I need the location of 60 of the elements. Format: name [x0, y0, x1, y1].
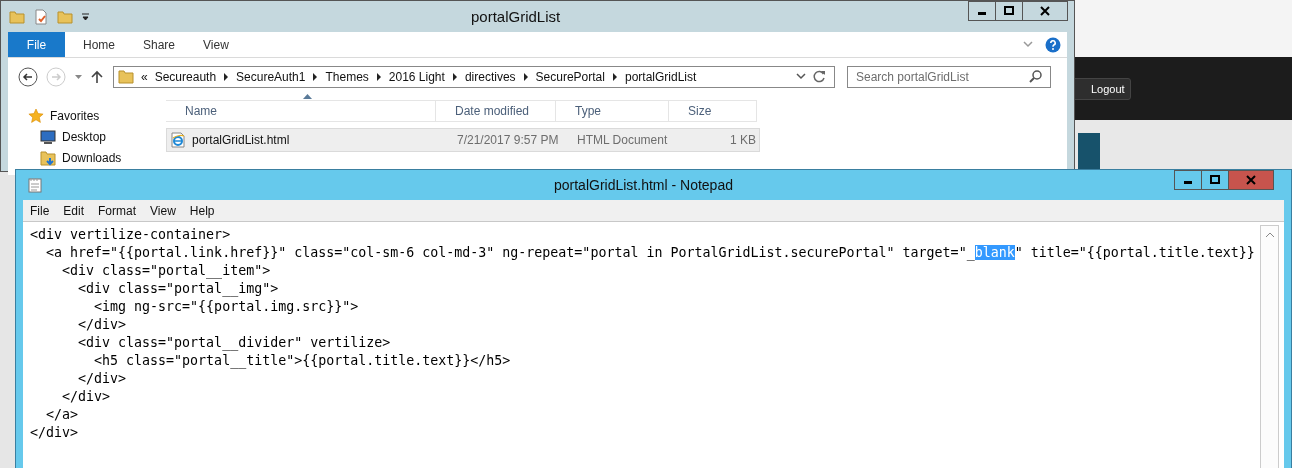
vertical-scrollbar[interactable] — [1260, 225, 1279, 468]
triangle-right-icon[interactable] — [611, 72, 618, 81]
triangle-right-icon[interactable] — [375, 72, 382, 81]
monitor-icon — [40, 129, 56, 144]
maximize-icon — [1210, 175, 1220, 185]
ribbon-tab[interactable]: View — [189, 32, 243, 57]
column-header[interactable]: Name — [166, 100, 436, 122]
help-icon[interactable] — [1045, 36, 1061, 53]
overflow-mark[interactable]: « — [141, 69, 148, 84]
menu-item[interactable]: Help — [182, 203, 222, 218]
search-icon — [1029, 69, 1042, 83]
file-menu-tab[interactable]: File — [8, 32, 65, 57]
menu-item[interactable]: File — [23, 203, 57, 218]
breadcrumb-item[interactable]: Secureauth — [154, 69, 217, 84]
notepad-icon — [28, 177, 42, 193]
triangle-right-icon[interactable] — [312, 72, 319, 81]
nav-item[interactable]: Favorites — [8, 105, 166, 126]
logout-button[interactable]: Logout — [1072, 77, 1131, 100]
nav-item[interactable]: Downloads — [8, 147, 166, 168]
file-row[interactable]: portalGridList.html 7/21/2017 9:57 PM HTML Document 1 KB — [166, 128, 760, 152]
breadcrumb-item[interactable]: Themes — [325, 69, 369, 84]
triangle-right-icon[interactable] — [223, 72, 230, 81]
up-arrow-icon[interactable] — [91, 69, 103, 84]
search-field[interactable]: Search portalGridList — [847, 65, 1051, 88]
address-bar[interactable]: « Secureauth SecureAuth1 Themes 2016 Light directives SecurePortal portalGridList — [113, 65, 835, 88]
menu-item[interactable]: Format — [91, 203, 144, 218]
html-file-icon — [170, 132, 186, 148]
window-title: portalGridList — [471, 8, 561, 25]
refresh-icon[interactable] — [813, 70, 826, 83]
column-header[interactable]: Size — [669, 100, 757, 122]
folder-icon — [118, 68, 134, 85]
close-icon — [1040, 6, 1050, 16]
column-header[interactable]: Date modified — [436, 100, 556, 122]
star-icon — [28, 107, 44, 124]
minimize-button[interactable] — [968, 1, 996, 21]
menu-item[interactable]: Edit — [56, 203, 92, 218]
ribbon-tab[interactable]: Home — [69, 32, 129, 57]
nav-item[interactable]: Desktop — [8, 126, 166, 147]
dropdown-icon[interactable] — [81, 12, 90, 21]
breadcrumb-item[interactable]: SecureAuth1 — [236, 69, 306, 84]
ribbon-tab[interactable]: Share — [129, 32, 190, 57]
window-title: portalGridList.html - Notepad — [554, 177, 733, 193]
minimize-button[interactable] — [1174, 170, 1202, 190]
breadcrumb-item[interactable]: directives — [464, 69, 516, 84]
document-check-icon[interactable] — [33, 8, 49, 25]
triangle-right-icon[interactable] — [451, 72, 458, 81]
chevron-down-icon[interactable] — [796, 73, 806, 80]
breadcrumb-item[interactable]: portalGridList — [624, 69, 697, 84]
breadcrumb-item[interactable]: SecurePortal — [535, 69, 605, 84]
close-icon — [1246, 175, 1256, 185]
close-button[interactable] — [1022, 1, 1068, 21]
maximize-button[interactable] — [995, 1, 1023, 21]
breadcrumb-item[interactable]: 2016 Light — [388, 69, 445, 84]
back-icon[interactable] — [18, 66, 38, 87]
column-header[interactable]: Type — [556, 100, 669, 122]
folder-download-icon — [40, 149, 56, 166]
menu-item[interactable]: View — [143, 203, 183, 218]
maximize-icon — [1004, 6, 1014, 16]
triangle-right-icon[interactable] — [522, 72, 529, 81]
scroll-up-icon[interactable] — [1264, 232, 1275, 238]
